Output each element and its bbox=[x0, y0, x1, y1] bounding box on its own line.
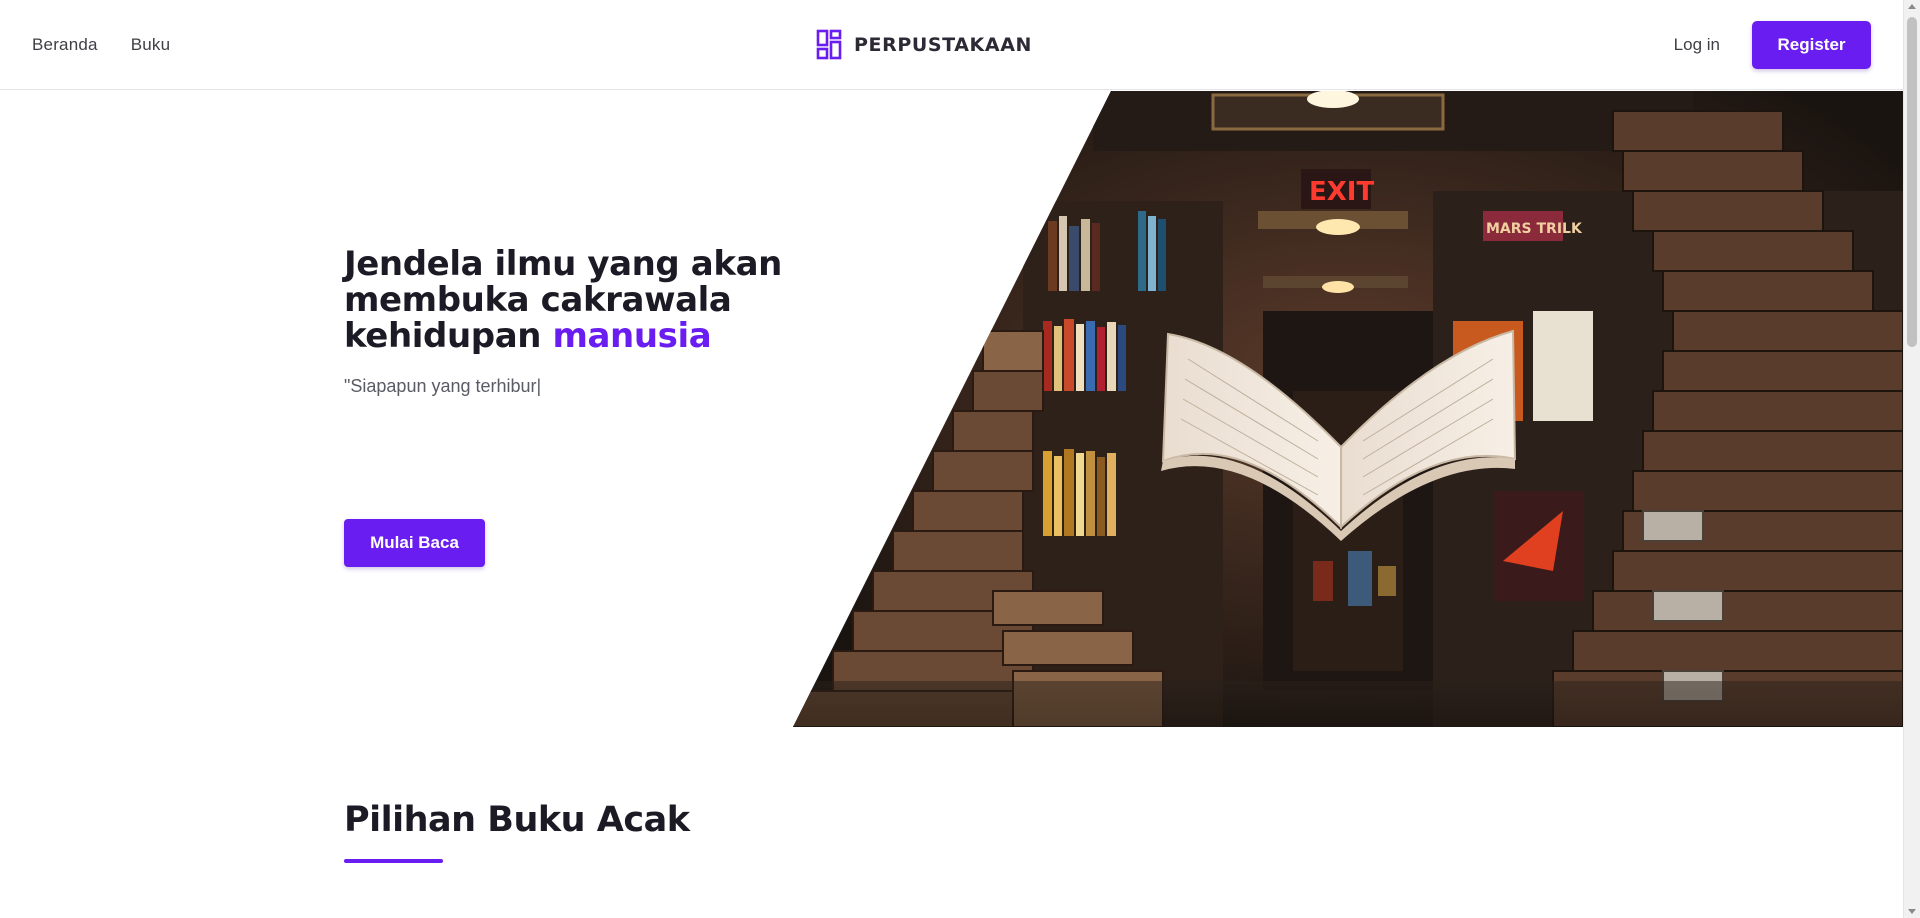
section-title-underline bbox=[344, 859, 443, 863]
svg-text:EXIT: EXIT bbox=[1309, 177, 1374, 207]
start-reading-button[interactable]: Mulai Baca bbox=[344, 519, 485, 567]
scrollbar-thumb[interactable] bbox=[1907, 17, 1917, 347]
svg-text:MARS TRILK: MARS TRILK bbox=[1486, 221, 1583, 237]
nav-link-buku[interactable]: Buku bbox=[131, 35, 171, 55]
nav-link-beranda[interactable]: Beranda bbox=[32, 35, 98, 55]
library-illustration: EXIT MARS TRILK bbox=[793, 91, 1903, 727]
hero-title-accent: manusia bbox=[552, 316, 712, 356]
page: Beranda Buku PERPUSTAKAAN Log in Registe… bbox=[0, 0, 1903, 918]
register-button[interactable]: Register bbox=[1752, 21, 1871, 69]
login-link[interactable]: Log in bbox=[1674, 35, 1720, 55]
scroll-down-arrow-icon[interactable] bbox=[1908, 909, 1916, 914]
hero-title: Jendela ilmu yang akan membuka cakrawala… bbox=[344, 246, 844, 354]
brand-name: PERPUSTAKAAN bbox=[854, 34, 1032, 56]
hero-content: Jendela ilmu yang akan membuka cakrawala… bbox=[344, 246, 844, 397]
hero-library-image: EXIT MARS TRILK bbox=[793, 91, 1903, 727]
scroll-up-arrow-icon[interactable] bbox=[1908, 4, 1916, 9]
nav-links: Beranda Buku bbox=[32, 1, 170, 89]
navbar: Beranda Buku PERPUSTAKAAN Log in Registe… bbox=[0, 1, 1903, 90]
dashboard-grid-icon bbox=[816, 29, 842, 60]
brand-logo[interactable]: PERPUSTAKAAN bbox=[816, 1, 1032, 89]
section-title: Pilihan Buku Acak bbox=[344, 800, 690, 840]
hero-subtitle: "Siapapun yang terhibur| bbox=[344, 376, 542, 396]
vertical-scrollbar[interactable] bbox=[1903, 0, 1920, 918]
auth-actions: Log in Register bbox=[1674, 1, 1871, 89]
